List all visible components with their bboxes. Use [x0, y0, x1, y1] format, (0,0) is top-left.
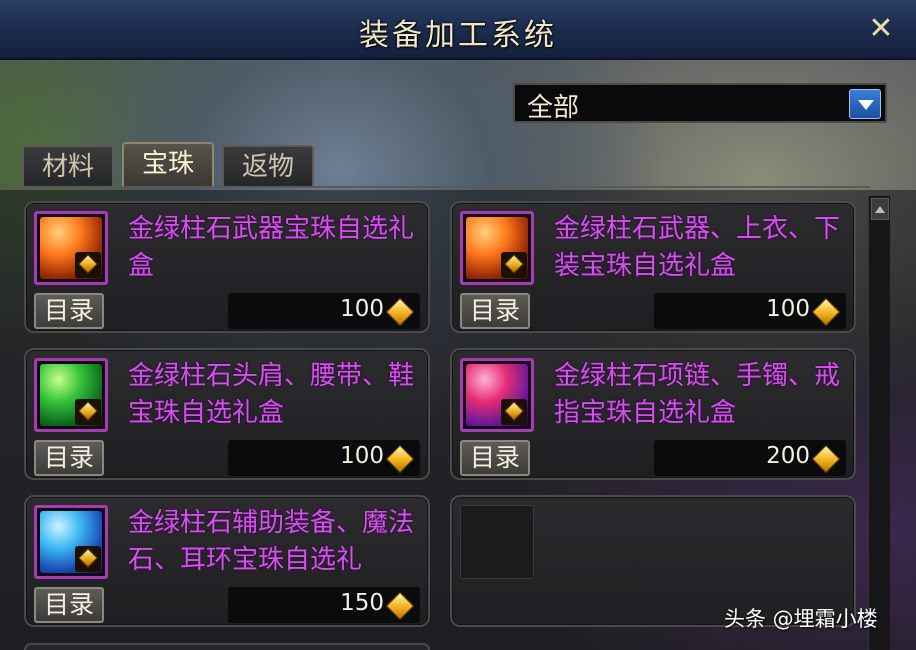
price-value: 100: [766, 296, 810, 322]
chevron-down-icon[interactable]: [849, 89, 881, 119]
tab-divider: [10, 186, 870, 188]
scrollbar[interactable]: [868, 196, 890, 650]
item-icon-frame: [34, 211, 108, 285]
price-value: 200: [766, 443, 810, 469]
coin-icon: [811, 297, 841, 327]
price-box: 200: [654, 440, 846, 476]
item-card[interactable]: 金绿柱石武器、上衣、下装宝珠自选礼盒 目录 100: [450, 201, 856, 333]
coin-icon: [385, 444, 415, 474]
close-icon[interactable]: ✕: [862, 10, 900, 48]
next-row-card-edge: [24, 643, 430, 650]
item-icon-frame: [34, 358, 108, 432]
item-icon-frame: [34, 505, 108, 579]
gold-diamond-icon: [75, 252, 101, 278]
item-name: 金绿柱石武器、上衣、下装宝珠自选礼盒: [554, 214, 841, 281]
tab-gems[interactable]: 宝珠: [122, 142, 214, 186]
empty-icon-slot: [460, 505, 534, 579]
item-icon-frame: [460, 211, 534, 285]
item-name: 金绿柱石项链、手镯、戒指宝珠自选礼盒: [554, 361, 841, 428]
price-box: 100: [228, 293, 420, 329]
price-value: 150: [340, 590, 384, 616]
price-value: 100: [340, 443, 384, 469]
catalog-button[interactable]: 目录: [460, 293, 530, 329]
item-card[interactable]: 金绿柱石武器宝珠自选礼盒 目录 100: [24, 201, 430, 333]
gold-diamond-icon: [75, 546, 101, 572]
price-box: 100: [654, 293, 846, 329]
item-card[interactable]: 金绿柱石项链、手镯、戒指宝珠自选礼盒 目录 200: [450, 348, 856, 480]
filter-dropdown[interactable]: 全部: [513, 83, 887, 123]
watermark-text: 头条 @埋霜小楼: [724, 607, 878, 631]
gold-diamond-icon: [501, 252, 527, 278]
gold-diamond-icon: [501, 399, 527, 425]
item-name: 金绿柱石头肩、腰带、鞋宝珠自选礼盒: [128, 361, 415, 428]
catalog-button[interactable]: 目录: [34, 293, 104, 329]
price-box: 100: [228, 440, 420, 476]
catalog-button[interactable]: 目录: [34, 440, 104, 476]
tab-materials[interactable]: 材料: [22, 145, 114, 187]
item-name: 金绿柱石武器宝珠自选礼盒: [128, 214, 415, 281]
price-value: 100: [340, 296, 384, 322]
coin-icon: [385, 591, 415, 621]
coin-icon: [811, 444, 841, 474]
title-bar: 装备加工系统 ✕: [0, 0, 916, 60]
catalog-button[interactable]: 目录: [34, 587, 104, 623]
item-card[interactable]: 金绿柱石头肩、腰带、鞋宝珠自选礼盒 目录 100: [24, 348, 430, 480]
price-box: 150: [228, 587, 420, 623]
item-card[interactable]: 金绿柱石辅助装备、魔法石、耳环宝珠自选礼 目录 150: [24, 495, 430, 627]
catalog-button[interactable]: 目录: [460, 440, 530, 476]
item-name: 金绿柱石辅助装备、魔法石、耳环宝珠自选礼: [128, 508, 415, 575]
window-title: 装备加工系统: [359, 18, 557, 53]
scroll-up-icon[interactable]: [871, 198, 889, 220]
gold-diamond-icon: [75, 399, 101, 425]
item-icon-frame: [460, 358, 534, 432]
coin-icon: [385, 297, 415, 327]
filter-selected-value: 全部: [527, 93, 580, 123]
tab-returns[interactable]: 返物: [222, 145, 314, 187]
